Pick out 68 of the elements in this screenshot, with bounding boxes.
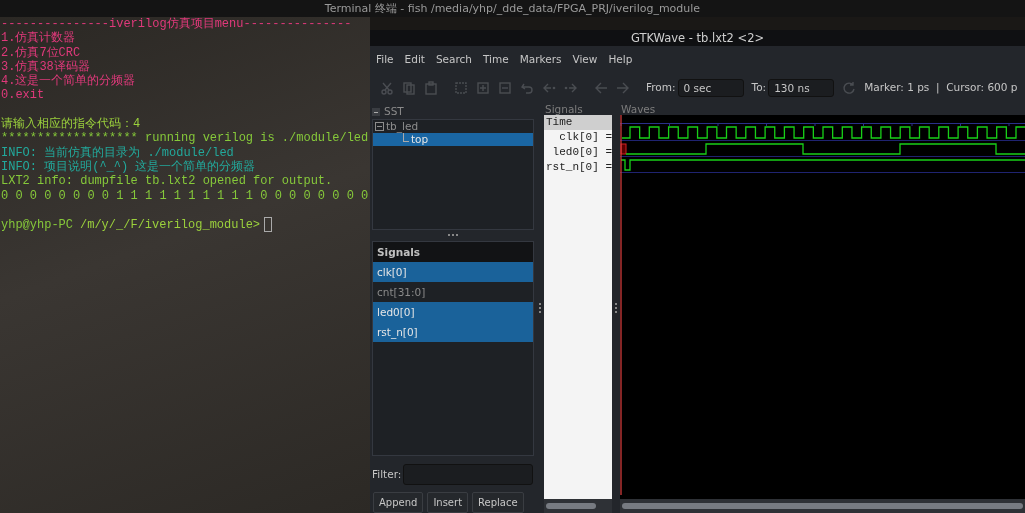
- terminal-line: 2.仿真7位CRC: [1, 45, 81, 60]
- window-title: GTKWave - tb.lxt2 <2>: [370, 30, 1025, 46]
- pane-title: Signals: [544, 103, 584, 115]
- tree-item[interactable]: tb_led: [373, 120, 533, 133]
- filter-label: Filter:: [372, 466, 402, 482]
- zoom-in-icon[interactable]: [476, 81, 490, 95]
- tree-item[interactable]: top: [373, 133, 533, 146]
- terminal-line: INFO: 项目说明(^_^) 这是一个简单的分频器: [1, 159, 256, 175]
- paste-icon[interactable]: [424, 81, 438, 95]
- pane-title: Waves: [620, 103, 657, 115]
- action-button[interactable]: Insert: [427, 492, 469, 513]
- action-button[interactable]: Replace: [472, 492, 524, 513]
- right-arrow-icon[interactable]: [616, 81, 630, 95]
- signal-value-label: led0[0] =: [552, 146, 612, 158]
- text-cursor: [264, 217, 273, 233]
- copy-icon[interactable]: [402, 81, 416, 95]
- tree-connector: [403, 132, 409, 142]
- left-arrow-dot-icon[interactable]: [542, 81, 556, 95]
- section-title: SST: [384, 104, 404, 120]
- reload-icon[interactable]: [842, 81, 857, 95]
- terminal-line: LXT2 info: dumpfile tb.lxt2 opened for output.: [1, 174, 333, 189]
- terminal-line: 1.仿真计数器: [1, 31, 76, 46]
- menu-item[interactable]: Edit: [404, 52, 425, 67]
- pane-resize-handle[interactable]: [539, 303, 541, 313]
- filter-field[interactable]: [403, 464, 534, 485]
- signal-item[interactable]: cnt[31:0]: [373, 282, 533, 303]
- terminal-line: ******************* running verilog is ./module/led: [1, 131, 369, 146]
- signal-item[interactable]: clk[0]: [373, 262, 533, 283]
- pane-divider-handle[interactable]: [448, 234, 458, 237]
- horizontal-scrollbar[interactable]: [620, 499, 1025, 513]
- left-arrow-icon[interactable]: [594, 81, 608, 95]
- select-all-icon[interactable]: [454, 81, 468, 95]
- menu-item[interactable]: Markers: [519, 52, 562, 67]
- collapse-icon[interactable]: [372, 108, 380, 116]
- prompt-path: /m/y/_/F/iverilog_module>: [80, 217, 261, 232]
- from-field[interactable]: 0 sec: [677, 79, 744, 97]
- terminal-line: 3.仿真38译码器: [1, 59, 90, 74]
- to-label: To:: [751, 80, 767, 96]
- terminal-line: 4.这是一个简单的分频器: [1, 74, 136, 89]
- signal-value-label: rst_n[0] =: [546, 161, 612, 173]
- to-field[interactable]: 130 ns: [768, 79, 835, 97]
- terminal-line: 0 0 0 0 0 0 0 0 1 1 1 1 1 1 1 1 1 1 0 0 0 0 0 0 0 0: [1, 188, 369, 203]
- status-text: Marker: 1 ps | Cursor: 600 p: [864, 80, 1018, 96]
- menu-item[interactable]: Time: [483, 52, 509, 67]
- menu-item[interactable]: Search: [435, 52, 472, 67]
- window-title: Terminal 终端 - fish /media/yhp/_dde_data/FPGA_PRJ/iverilog_module: [0, 0, 1025, 17]
- horizontal-scrollbar[interactable]: [544, 499, 612, 513]
- list-header: Signals: [373, 242, 533, 263]
- signal-value-label: clk[0] =: [559, 131, 612, 143]
- menu-item[interactable]: View: [572, 52, 598, 67]
- right-arrow-dot-icon[interactable]: [564, 81, 578, 95]
- undo-icon[interactable]: [520, 81, 534, 95]
- expander-icon[interactable]: [375, 122, 384, 131]
- terminal-line: ---------------iverilog仿真项目menu---------------: [1, 17, 352, 31]
- menu-item[interactable]: File: [376, 52, 394, 67]
- column-header: Time: [544, 115, 612, 130]
- terminal-line: INFO: 当前仿真的目录为 ./module/led: [1, 145, 234, 160]
- pane-resize-handle[interactable]: [615, 303, 617, 313]
- terminal-line: 0.exit: [1, 88, 45, 103]
- from-label: From:: [646, 80, 676, 96]
- terminal-line: 请输入相应的指令代码：4: [1, 117, 141, 132]
- signal-item[interactable]: rst_n[0]: [373, 322, 533, 343]
- zoom-out-icon[interactable]: [498, 81, 512, 95]
- action-button[interactable]: Append: [373, 492, 424, 513]
- menu-item[interactable]: Help: [608, 52, 633, 67]
- signal-item[interactable]: led0[0]: [373, 302, 533, 323]
- prompt-host: yhp@yhp-PC: [1, 217, 73, 232]
- cut-icon[interactable]: [380, 81, 394, 95]
